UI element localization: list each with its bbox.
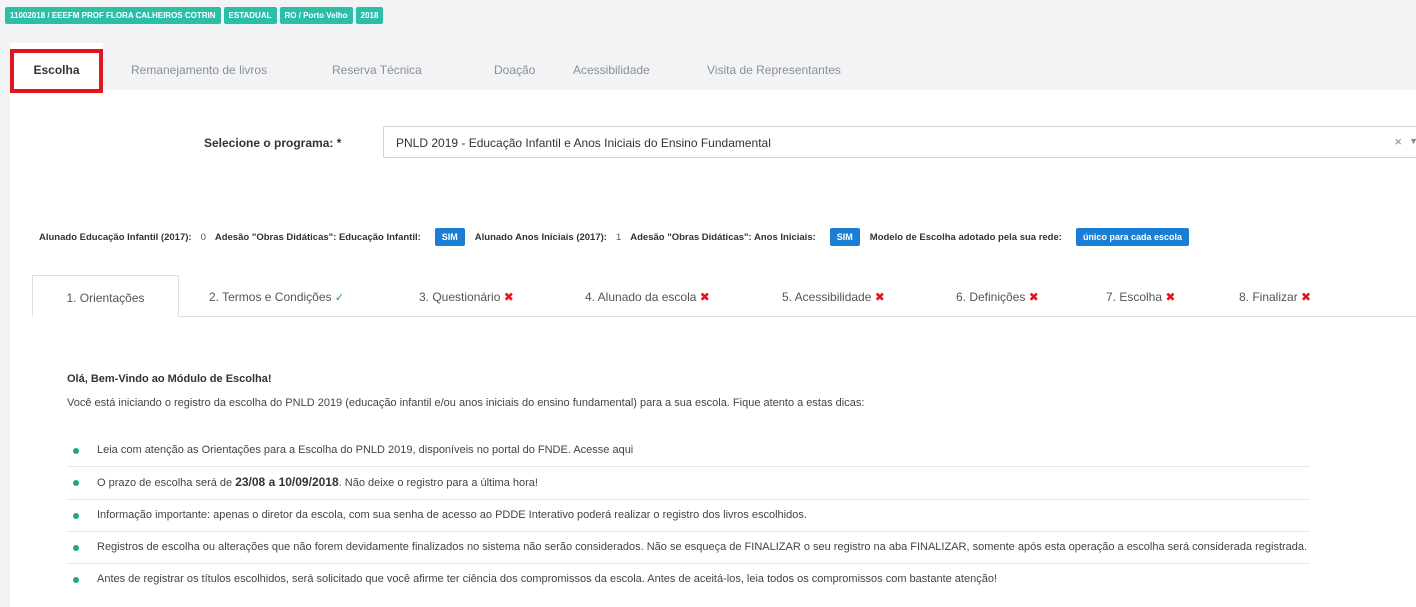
cross-icon: ✖ [1165, 290, 1176, 304]
school-code-badge: 11002018 / EEEFM PROF FLORA CALHEIROS CO… [5, 7, 221, 24]
step-tab-questionario[interactable]: 3. Questionário ✖ [419, 275, 514, 317]
alunado-infantil-label: Alunado Educação Infantil (2017): [39, 231, 192, 243]
step-tab-orientacoes[interactable]: 1. Orientações [32, 275, 179, 317]
alunado-infantil-value: 0 [200, 231, 206, 243]
chevron-down-icon[interactable]: ▼ [1409, 136, 1416, 146]
cross-icon: ✖ [874, 290, 885, 304]
adesao-iniciais-label: Adesão "Obras Didáticas": Anos Iniciais: [630, 231, 816, 243]
alunado-iniciais-value: 1 [615, 231, 622, 243]
tab-acessibilidade[interactable]: Acessibilidade [573, 43, 650, 90]
step-tab-label: 4. Alunado da escola [585, 290, 697, 304]
bullet-icon [73, 545, 79, 551]
tab-doacao[interactable]: Doação [494, 43, 535, 90]
cross-icon: ✖ [1301, 290, 1312, 304]
bullet-icon [73, 577, 79, 583]
module-tabs: Escolha Remanejamento de livros Reserva … [10, 43, 1416, 93]
tip-text: Antes de registrar os títulos escolhidos… [97, 573, 998, 585]
bullet-icon [73, 448, 79, 454]
tip-text: Leia com atenção as Orientações para a E… [97, 444, 634, 456]
bullet-icon [73, 480, 79, 486]
location-badge: RO / Porto Velho [279, 7, 353, 24]
program-label: Selecione o programa: * [204, 136, 342, 150]
cross-icon: ✖ [1028, 290, 1039, 304]
step-tab-termos[interactable]: 2. Termos e Condições ✓ [209, 275, 344, 317]
highlight-box [10, 49, 103, 93]
step-tab-definicoes[interactable]: 6. Definições ✖ [956, 275, 1039, 317]
deadline-dates: 23/08 a 10/09/2018 [235, 475, 339, 489]
tip-text: Informação importante: apenas o diretor … [97, 509, 807, 521]
network-badge: ESTADUAL [223, 7, 277, 24]
modelo-label: Modelo de Escolha adotado pela sua rede: [869, 231, 1062, 243]
adesao-infantil-label: Adesão "Obras Didáticas": Educação Infan… [214, 231, 421, 243]
intro-text: Você está iniciando o registro da escolh… [67, 397, 865, 409]
step-tab-acessibilidade[interactable]: 5. Acessibilidade ✖ [782, 275, 885, 317]
tab-remanejamento[interactable]: Remanejamento de livros [131, 43, 267, 90]
step-tab-label: 7. Escolha [1106, 290, 1163, 304]
tips-list: Leia com atenção as Orientações para a E… [67, 435, 1310, 595]
school-info-row: Alunado Educação Infantil (2017): 0 Ades… [39, 227, 1199, 247]
cross-icon: ✖ [699, 290, 710, 304]
step-tab-label: 8. Finalizar [1239, 290, 1298, 304]
program-selected-value: PNLD 2019 - Educação Infantil e Anos Ini… [396, 136, 771, 150]
check-circle-icon: ✓ [334, 292, 345, 304]
list-item: Antes de registrar os títulos escolhidos… [67, 564, 1310, 595]
step-tab-label: 1. Orientações [66, 291, 145, 305]
tab-visita-representantes[interactable]: Visita de Representantes [707, 43, 841, 90]
modelo-badge: único para cada escola [1075, 228, 1189, 246]
step-tab-alunado[interactable]: 4. Alunado da escola ✖ [585, 275, 710, 317]
main-panel: Escolha Remanejamento de livros Reserva … [10, 43, 1416, 607]
adesao-infantil-badge: SIM [434, 228, 465, 246]
tip-text: Registros de escolha ou alterações que n… [97, 541, 1308, 553]
program-select[interactable]: PNLD 2019 - Educação Infantil e Anos Ini… [383, 126, 1416, 158]
step-tab-label: 3. Questionário [419, 290, 501, 304]
clear-icon[interactable]: × [1394, 134, 1402, 149]
step-tab-label: 6. Definições [956, 290, 1026, 304]
step-tab-label: 2. Termos e Condições [209, 290, 332, 304]
tab-reserva-tecnica[interactable]: Reserva Técnica [332, 43, 422, 90]
adesao-iniciais-badge: SIM [829, 228, 860, 246]
list-item: O prazo de escolha será de 23/08 a 10/09… [67, 467, 1310, 500]
step-tab-finalizar[interactable]: 8. Finalizar ✖ [1239, 275, 1311, 317]
cross-icon: ✖ [503, 290, 514, 304]
welcome-heading: Olá, Bem-Vindo ao Módulo de Escolha! [67, 373, 272, 385]
list-item: Informação importante: apenas o diretor … [67, 500, 1310, 532]
bullet-icon [73, 513, 79, 519]
list-item: Registros de escolha ou alterações que n… [67, 532, 1310, 564]
tip-text: . Não deixe o registro para a última hor… [338, 477, 538, 489]
list-item: Leia com atenção as Orientações para a E… [67, 435, 1310, 467]
step-tab-label: 5. Acessibilidade [782, 290, 872, 304]
tip-text: O prazo de escolha será de [97, 477, 236, 489]
alunado-iniciais-label: Alunado Anos Iniciais (2017): [474, 231, 607, 243]
step-tab-escolha[interactable]: 7. Escolha ✖ [1106, 275, 1175, 317]
year-badge: 2018 [355, 7, 384, 24]
school-badges: 11002018 / EEEFM PROF FLORA CALHEIROS CO… [5, 7, 384, 24]
